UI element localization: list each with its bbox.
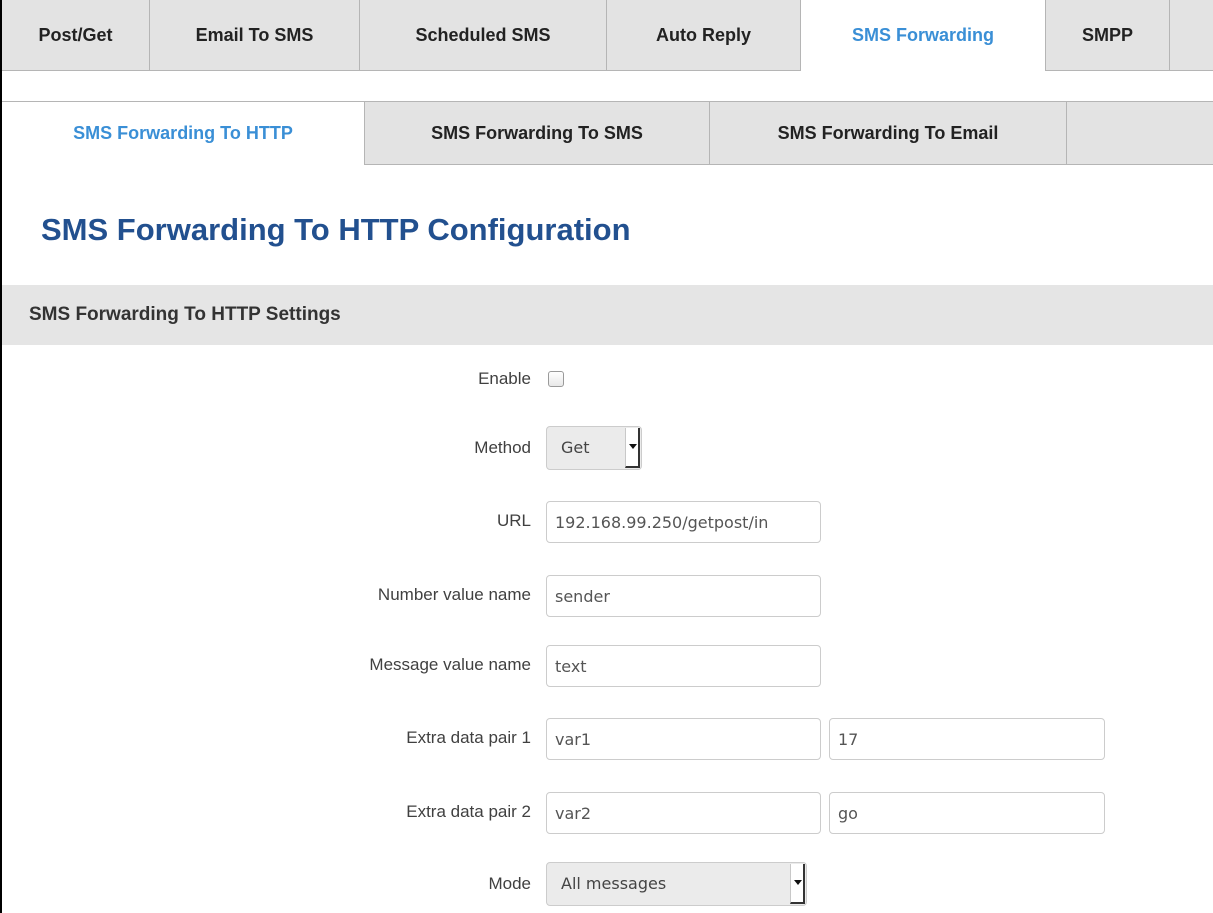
- enable-label: Enable: [478, 369, 531, 388]
- tab-sms-forwarding[interactable]: SMS Forwarding: [800, 0, 1046, 71]
- page-title: SMS Forwarding To HTTP Configuration: [41, 212, 631, 247]
- tab-email-to-sms[interactable]: Email To SMS: [150, 0, 360, 70]
- tab-scheduled-sms[interactable]: Scheduled SMS: [360, 0, 607, 70]
- section-title: SMS Forwarding To HTTP Settings: [29, 304, 341, 325]
- extra-data-pair-1-name-input[interactable]: [546, 718, 821, 760]
- extra-data-pair-2-label: Extra data pair 2: [406, 802, 531, 821]
- mode-select-value: All messages: [561, 874, 667, 893]
- url-label: URL: [496, 511, 531, 530]
- tab-sms-forwarding-to-email[interactable]: SMS Forwarding To Email: [710, 102, 1067, 164]
- extra-data-pair-1-label: Extra data pair 1: [406, 728, 531, 747]
- top-tab-bar: Post/Get Email To SMS Scheduled SMS Auto…: [2, 0, 1213, 71]
- url-input[interactable]: [546, 501, 821, 543]
- extra-data-pair-2-value-input[interactable]: [829, 792, 1105, 834]
- extra-data-pair-1-value-input[interactable]: [829, 718, 1105, 760]
- mode-label: Mode: [488, 874, 531, 893]
- dropdown-arrow-icon: [625, 428, 640, 468]
- tab-auto-reply[interactable]: Auto Reply: [607, 0, 801, 70]
- tab-sms-forwarding-to-http[interactable]: SMS Forwarding To HTTP: [2, 102, 365, 165]
- enable-row: Enable: [2, 357, 1213, 401]
- tab-smpp[interactable]: SMPP: [1046, 0, 1170, 70]
- enable-checkbox[interactable]: [548, 371, 564, 387]
- message-value-name-row: Message value name: [2, 643, 1213, 687]
- mode-row: Mode All messages: [2, 862, 1213, 906]
- method-row: Method Get: [2, 426, 1213, 470]
- app-frame: Post/Get Email To SMS Scheduled SMS Auto…: [0, 0, 1213, 913]
- extra-data-pair-2-row: Extra data pair 2: [2, 790, 1213, 834]
- mode-select[interactable]: All messages: [546, 862, 807, 906]
- tab-sms-forwarding-to-sms[interactable]: SMS Forwarding To SMS: [365, 102, 710, 164]
- extra-data-pair-2-name-input[interactable]: [546, 792, 821, 834]
- url-row: URL: [2, 499, 1213, 543]
- number-value-name-label: Number value name: [377, 585, 531, 604]
- message-value-name-label: Message value name: [369, 655, 531, 674]
- method-select[interactable]: Get: [546, 426, 642, 470]
- section-header: SMS Forwarding To HTTP Settings: [2, 285, 1213, 345]
- number-value-name-row: Number value name: [2, 573, 1213, 617]
- method-select-value: Get: [561, 438, 590, 457]
- sub-tab-bar: SMS Forwarding To HTTP SMS Forwarding To…: [2, 101, 1213, 165]
- method-label: Method: [474, 438, 531, 457]
- tab-post-get[interactable]: Post/Get: [2, 0, 150, 70]
- extra-data-pair-1-row: Extra data pair 1: [2, 716, 1213, 760]
- dropdown-arrow-icon: [790, 864, 805, 904]
- message-value-name-input[interactable]: [546, 645, 821, 687]
- number-value-name-input[interactable]: [546, 575, 821, 617]
